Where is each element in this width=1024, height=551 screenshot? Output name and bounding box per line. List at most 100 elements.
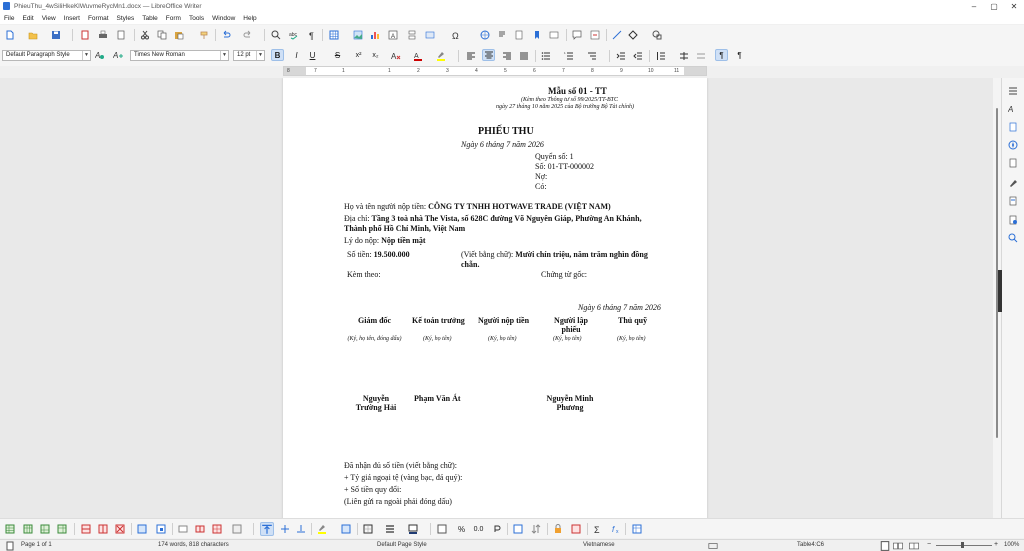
insert-table-icon[interactable]	[329, 30, 339, 40]
paste-icon[interactable]	[174, 30, 184, 40]
zoom-in-button[interactable]: +	[994, 541, 998, 548]
page-icon[interactable]	[1008, 122, 1018, 132]
clear-formatting-icon[interactable]: A	[391, 51, 401, 61]
sum-icon[interactable]: Σ	[593, 524, 603, 534]
copy-icon[interactable]	[157, 30, 167, 40]
page-break-icon[interactable]	[407, 30, 417, 40]
navigator-icon[interactable]	[1008, 140, 1018, 150]
update-style-icon[interactable]: A	[95, 50, 105, 60]
decimal-format-button[interactable]: 0.0	[472, 523, 485, 535]
decrease-indent-icon[interactable]	[633, 51, 643, 61]
insert-mode-icon[interactable]	[708, 541, 720, 549]
menu-window[interactable]: Window	[212, 15, 235, 22]
superscript-button[interactable]: x²	[352, 49, 365, 61]
decrease-spacing-icon[interactable]	[696, 51, 706, 61]
sidebar-collapse-handle[interactable]	[998, 270, 1002, 312]
border-style-icon[interactable]	[385, 524, 395, 534]
protect-cells-icon[interactable]	[553, 524, 563, 534]
align-center-button[interactable]	[482, 49, 495, 61]
menu-view[interactable]: View	[42, 15, 56, 22]
new-style-icon[interactable]: A	[113, 50, 123, 60]
chevron-down-icon[interactable]: ▼	[220, 51, 228, 60]
find-icon[interactable]	[1008, 233, 1018, 243]
align-left-icon[interactable]	[466, 51, 476, 61]
percent-format-button[interactable]: %	[455, 523, 468, 535]
right-to-left-button[interactable]: ¶	[733, 49, 746, 61]
delete-rows-icon[interactable]	[81, 524, 91, 534]
insert-line-icon[interactable]	[612, 30, 622, 40]
sidebar-menu-icon[interactable]	[1008, 86, 1018, 96]
bookmark-icon[interactable]	[532, 30, 542, 40]
comment-icon[interactable]	[572, 30, 582, 40]
language[interactable]: Vietnamese	[583, 542, 615, 548]
book-view-icon[interactable]	[909, 541, 921, 550]
chevron-down-icon[interactable]: ▼	[82, 51, 90, 60]
clone-formatting-icon[interactable]	[199, 30, 209, 40]
document-area[interactable]: Mẫu số 01 - TT (Kèm theo Thông tư số 99/…	[0, 78, 1001, 518]
split-cells-icon[interactable]	[195, 524, 205, 534]
paragraph-style-combo[interactable]: Default Paragraph Style ▼	[2, 50, 91, 61]
underline-button[interactable]: U	[306, 49, 319, 61]
save-icon[interactable]	[51, 30, 61, 40]
menu-table[interactable]: Table	[142, 15, 158, 22]
print-icon[interactable]	[98, 30, 108, 40]
optimize-size-icon[interactable]	[232, 524, 242, 534]
increase-spacing-icon[interactable]	[679, 51, 689, 61]
multi-page-view-icon[interactable]	[893, 541, 905, 550]
formatting-marks-icon[interactable]: ¶	[307, 30, 317, 40]
insert-image-icon[interactable]	[353, 30, 363, 40]
draw-functions-icon[interactable]	[652, 30, 662, 40]
bullet-list-icon[interactable]	[541, 51, 551, 61]
center-vertically-icon[interactable]	[280, 524, 290, 534]
insert-chart-icon[interactable]	[370, 30, 380, 40]
basic-shapes-icon[interactable]	[628, 30, 638, 40]
strikethrough-button[interactable]: S	[331, 49, 344, 61]
gallery-icon[interactable]	[1008, 158, 1018, 168]
zoom-level[interactable]: 100%	[1004, 542, 1019, 548]
spelling-icon[interactable]: abc	[289, 30, 299, 40]
font-size-combo[interactable]: 12 pt ▼	[233, 50, 265, 61]
menu-help[interactable]: Help	[243, 15, 256, 22]
sort-icon[interactable]	[531, 524, 541, 534]
subscript-button[interactable]: x₂	[369, 49, 382, 61]
select-cell-icon[interactable]	[156, 524, 166, 534]
left-to-right-button[interactable]: ¶	[715, 49, 728, 61]
delete-table-icon[interactable]	[115, 524, 125, 534]
unprotect-cells-icon[interactable]	[571, 524, 581, 534]
number-recognition-icon[interactable]	[493, 524, 503, 534]
split-table-icon[interactable]	[212, 524, 222, 534]
footnote-icon[interactable]	[497, 30, 507, 40]
bold-button[interactable]: B	[271, 49, 284, 61]
track-changes-icon[interactable]	[590, 30, 600, 40]
align-right-icon[interactable]	[502, 51, 512, 61]
font-name-combo[interactable]: Times New Roman ▼	[130, 50, 229, 61]
undo-icon[interactable]	[221, 30, 231, 40]
page-style[interactable]: Default Page Style	[377, 542, 427, 548]
zoom-slider[interactable]	[936, 545, 992, 546]
insert-field-icon[interactable]	[425, 30, 435, 40]
border-color-icon[interactable]	[408, 524, 418, 534]
table-style-icon[interactable]	[23, 524, 33, 534]
open-folder-icon[interactable]	[28, 30, 38, 40]
number-format-icon[interactable]	[437, 524, 447, 534]
zoom-slider-handle[interactable]	[961, 542, 964, 548]
insert-caption-icon[interactable]	[513, 524, 523, 534]
export-pdf-icon[interactable]	[80, 30, 90, 40]
delete-columns-icon[interactable]	[98, 524, 108, 534]
menu-styles[interactable]: Styles	[117, 15, 135, 22]
table-style-icon[interactable]	[57, 524, 67, 534]
single-page-view-icon[interactable]	[880, 541, 890, 551]
borders-icon[interactable]	[363, 524, 373, 534]
special-character-icon[interactable]: Ω	[451, 30, 461, 40]
menu-file[interactable]: File	[4, 15, 14, 22]
horizontal-ruler[interactable]: 8 7 1 1 2 3 4 5 6 7 8 9 10 11	[283, 66, 707, 76]
new-document-icon[interactable]	[5, 30, 15, 40]
hyperlink-icon[interactable]	[480, 30, 490, 40]
align-top-button[interactable]	[260, 522, 274, 536]
menu-insert[interactable]: Insert	[64, 15, 80, 22]
document-page[interactable]: Mẫu số 01 - TT (Kèm theo Thông tư số 99/…	[283, 78, 707, 518]
select-table-icon[interactable]	[137, 524, 147, 534]
line-spacing-icon[interactable]	[656, 51, 666, 61]
word-count[interactable]: 174 words, 818 characters	[158, 542, 229, 548]
cross-reference-icon[interactable]	[549, 30, 559, 40]
